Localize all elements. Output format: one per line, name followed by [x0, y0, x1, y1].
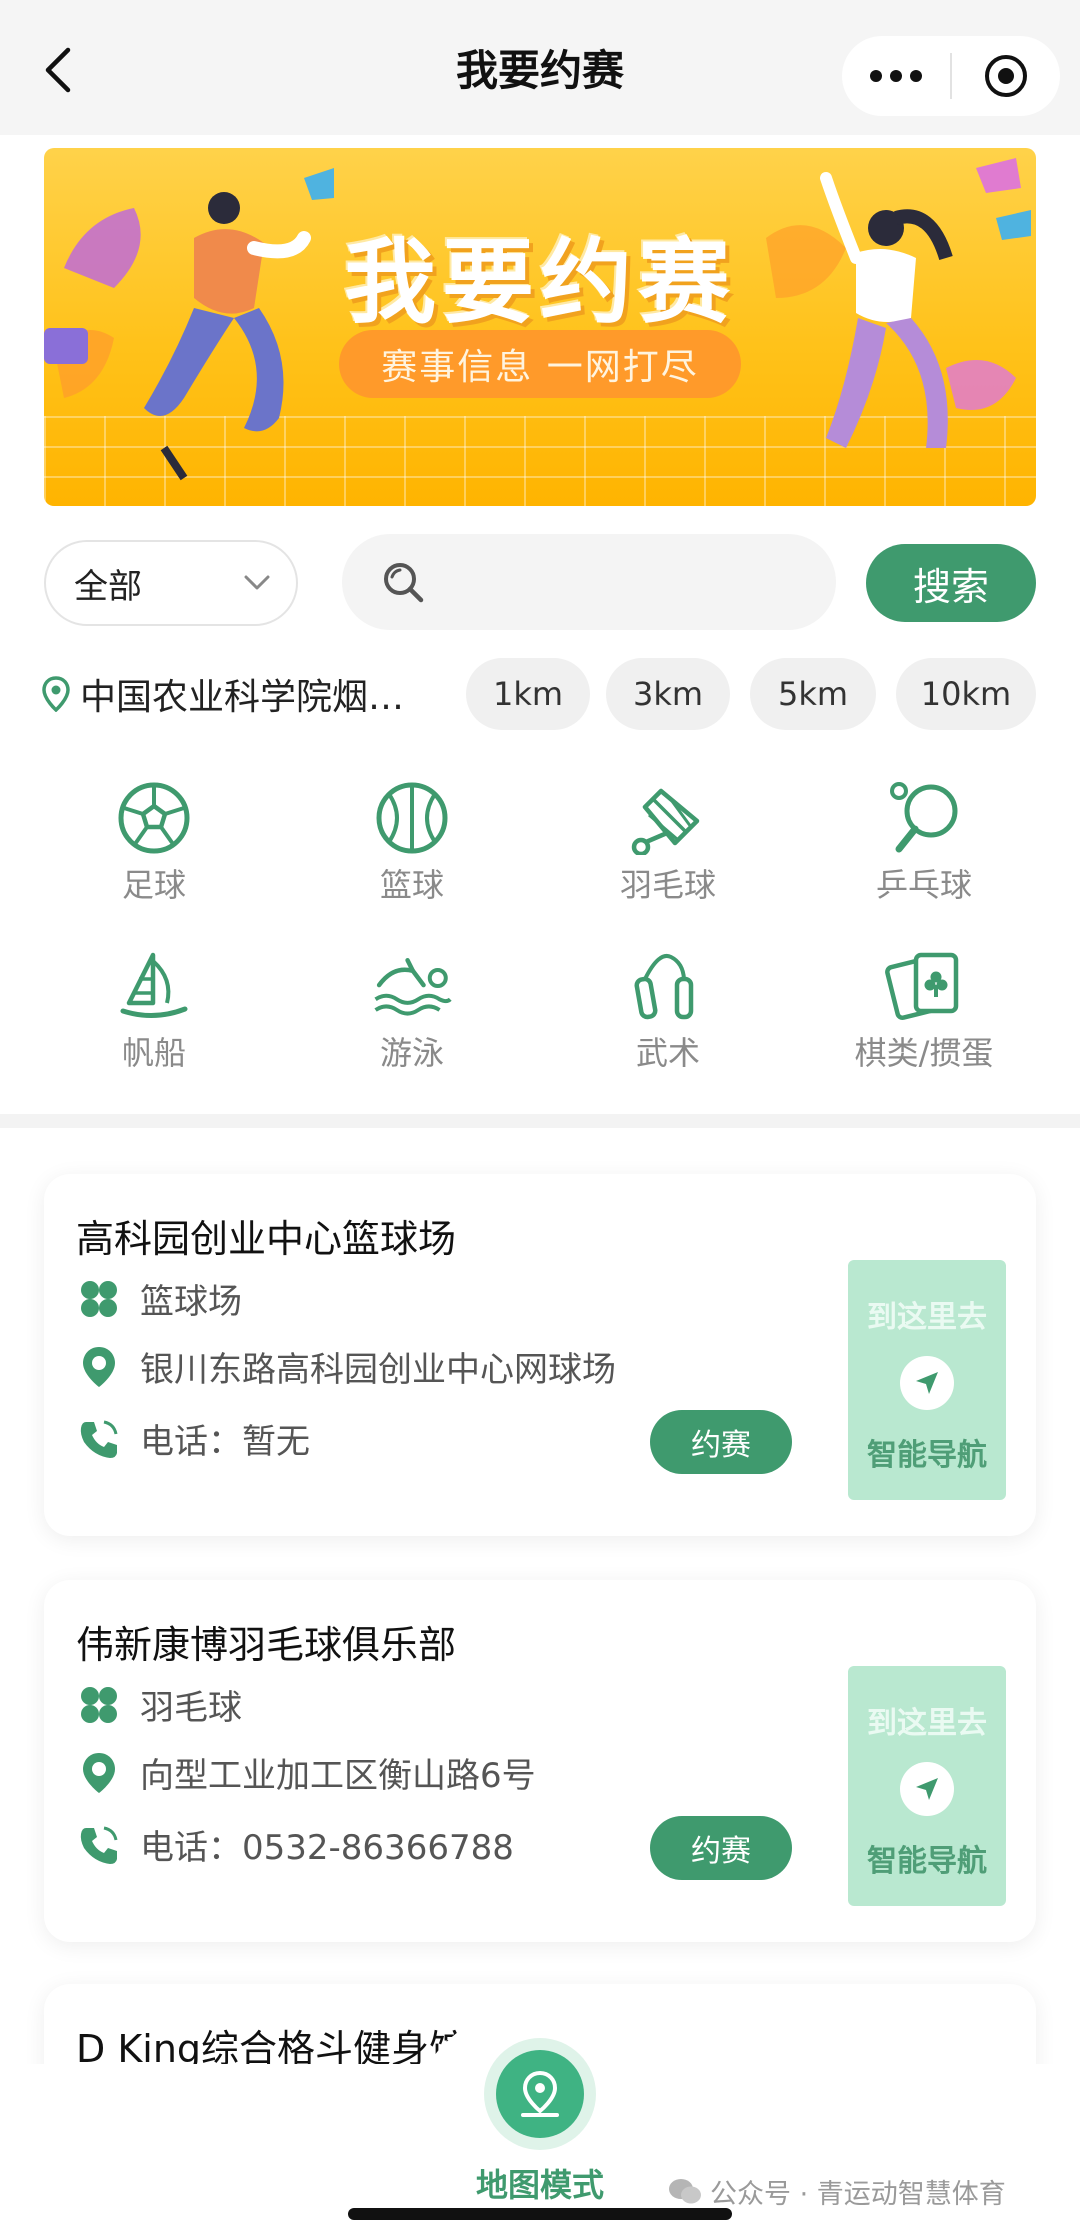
top-bar: 我要约赛 — [0, 0, 1080, 135]
swimmer-icon — [372, 946, 452, 1026]
close-miniprogram-button[interactable] — [952, 36, 1060, 116]
phone-icon — [76, 1822, 122, 1868]
navigation-arrow-icon — [900, 1356, 954, 1410]
category-label: 篮球 — [379, 866, 444, 904]
category-label: 乒乓球 — [875, 866, 972, 904]
search-box[interactable] — [342, 534, 836, 630]
navigate-button[interactable]: 到这里去 智能导航 — [848, 1260, 1006, 1500]
category-martial-arts[interactable]: 武术 — [568, 946, 768, 1086]
book-match-button[interactable]: 约赛 — [650, 1410, 792, 1474]
nav-go-label: 到这里去 — [867, 1300, 987, 1335]
venue-address: 向型工业加工区衡山路6号 — [140, 1756, 536, 1796]
playing-cards-icon — [884, 946, 964, 1026]
soccer-ball-icon — [114, 778, 194, 858]
category-board-games[interactable]: 棋类/掼蛋 — [824, 946, 1024, 1086]
distance-chip-3km[interactable]: 3km — [606, 658, 730, 730]
venue-address-row: 银川东路高科园创业中心网球场 — [76, 1342, 616, 1391]
category-label: 武术 — [635, 1034, 700, 1072]
category-filter-select[interactable]: 全部 — [44, 540, 298, 626]
venue-address: 银川东路高科园创业中心网球场 — [140, 1350, 616, 1390]
venue-type-row: 羽毛球 — [76, 1680, 242, 1729]
venue-phone-row: 电话：0532-86366788 — [76, 1820, 514, 1869]
page-title: 我要约赛 — [455, 46, 624, 95]
venue-phone-row: 电话：暂无 — [76, 1414, 310, 1463]
more-button[interactable] — [842, 36, 950, 116]
home-indicator — [348, 2208, 732, 2220]
sailboat-icon — [114, 946, 194, 1026]
location-pin-icon — [76, 1750, 122, 1796]
shuttlecock-icon — [628, 778, 708, 858]
venue-type: 羽毛球 — [140, 1688, 242, 1728]
nav-go-label: 到这里去 — [867, 1706, 987, 1741]
category-label: 棋类/掼蛋 — [854, 1034, 994, 1072]
wechat-watermark: 公众号 · 青运动智慧体育 — [668, 2172, 1006, 2211]
ping-pong-icon — [884, 778, 964, 858]
search-icon — [384, 563, 424, 603]
miniprogram-capsule — [842, 36, 1060, 116]
venue-name: 高科园创业中心篮球场 — [76, 1217, 457, 1261]
location-pin-icon — [42, 676, 70, 712]
clover-icon — [76, 1682, 122, 1728]
distance-chip-5km[interactable]: 5km — [750, 658, 876, 730]
chevron-left-icon — [45, 47, 71, 93]
category-sailing[interactable]: 帆船 — [54, 946, 254, 1086]
dot — [910, 70, 922, 82]
venue-phone: 电话：暂无 — [140, 1422, 310, 1462]
section-divider — [0, 1114, 1080, 1128]
venue-type-row: 篮球场 — [76, 1274, 242, 1323]
phone-icon — [76, 1416, 122, 1462]
category-badminton[interactable]: 羽毛球 — [568, 778, 768, 918]
category-label: 足球 — [121, 866, 186, 904]
book-match-button[interactable]: 约赛 — [650, 1816, 792, 1880]
basketball-icon — [372, 778, 452, 858]
target-icon — [985, 55, 1027, 97]
banner-subtitle: 赛事信息 一网打尽 — [339, 330, 741, 398]
venue-type: 篮球场 — [140, 1282, 242, 1322]
back-button[interactable] — [38, 42, 78, 98]
navigation-arrow-icon — [900, 1762, 954, 1816]
category-soccer[interactable]: 足球 — [54, 778, 254, 918]
nunchaku-icon — [628, 946, 708, 1026]
promo-banner[interactable]: 我要约赛 赛事信息 一网打尽 — [44, 148, 1036, 506]
category-label: 羽毛球 — [619, 866, 716, 904]
map-mode-button[interactable] — [496, 2050, 584, 2138]
map-mode-label[interactable]: 地图模式 — [440, 2160, 640, 2206]
nav-smart-label: 智能导航 — [867, 1844, 987, 1879]
category-label: 游泳 — [379, 1034, 444, 1072]
watermark-text: 公众号 · 青运动智慧体育 — [710, 2179, 1006, 2210]
search-button[interactable]: 搜索 — [866, 544, 1036, 622]
distance-chip-10km[interactable]: 10km — [896, 658, 1036, 730]
wechat-icon — [669, 2178, 701, 2203]
distance-chip-1km[interactable]: 1km — [466, 658, 590, 730]
clover-icon — [76, 1276, 122, 1322]
category-label: 帆船 — [121, 1034, 186, 1072]
dot — [870, 70, 882, 82]
location-pin-icon — [76, 1344, 122, 1390]
filter-selected-value: 全部 — [74, 566, 142, 607]
venue-phone: 电话：0532-86366788 — [140, 1828, 514, 1868]
venue-name: 伟新康博羽毛球俱乐部 — [76, 1623, 457, 1667]
chevron-down-icon — [244, 575, 270, 590]
navigate-button[interactable]: 到这里去 智能导航 — [848, 1666, 1006, 1906]
venue-card[interactable]: 伟新康博羽毛球俱乐部 羽毛球 向型工业加工区衡山路6号 电话：0532-8636… — [44, 1580, 1036, 1942]
category-swimming[interactable]: 游泳 — [312, 946, 512, 1086]
category-ping-pong[interactable]: 乒乓球 — [824, 778, 1024, 918]
map-pin-icon — [521, 2070, 559, 2117]
venue-address-row: 向型工业加工区衡山路6号 — [76, 1748, 536, 1797]
location-text: 中国农业科学院烟… — [80, 677, 405, 718]
nav-smart-label: 智能导航 — [867, 1438, 987, 1473]
search-input[interactable] — [444, 563, 804, 601]
banner-title: 我要约赛 — [343, 229, 736, 336]
dot — [890, 70, 902, 82]
current-location[interactable]: 中国农业科学院烟… — [42, 668, 442, 720]
category-basketball[interactable]: 篮球 — [312, 778, 512, 918]
venue-card[interactable]: 高科园创业中心篮球场 篮球场 银川东路高科园创业中心网球场 电话：暂无 约赛 到… — [44, 1174, 1036, 1536]
